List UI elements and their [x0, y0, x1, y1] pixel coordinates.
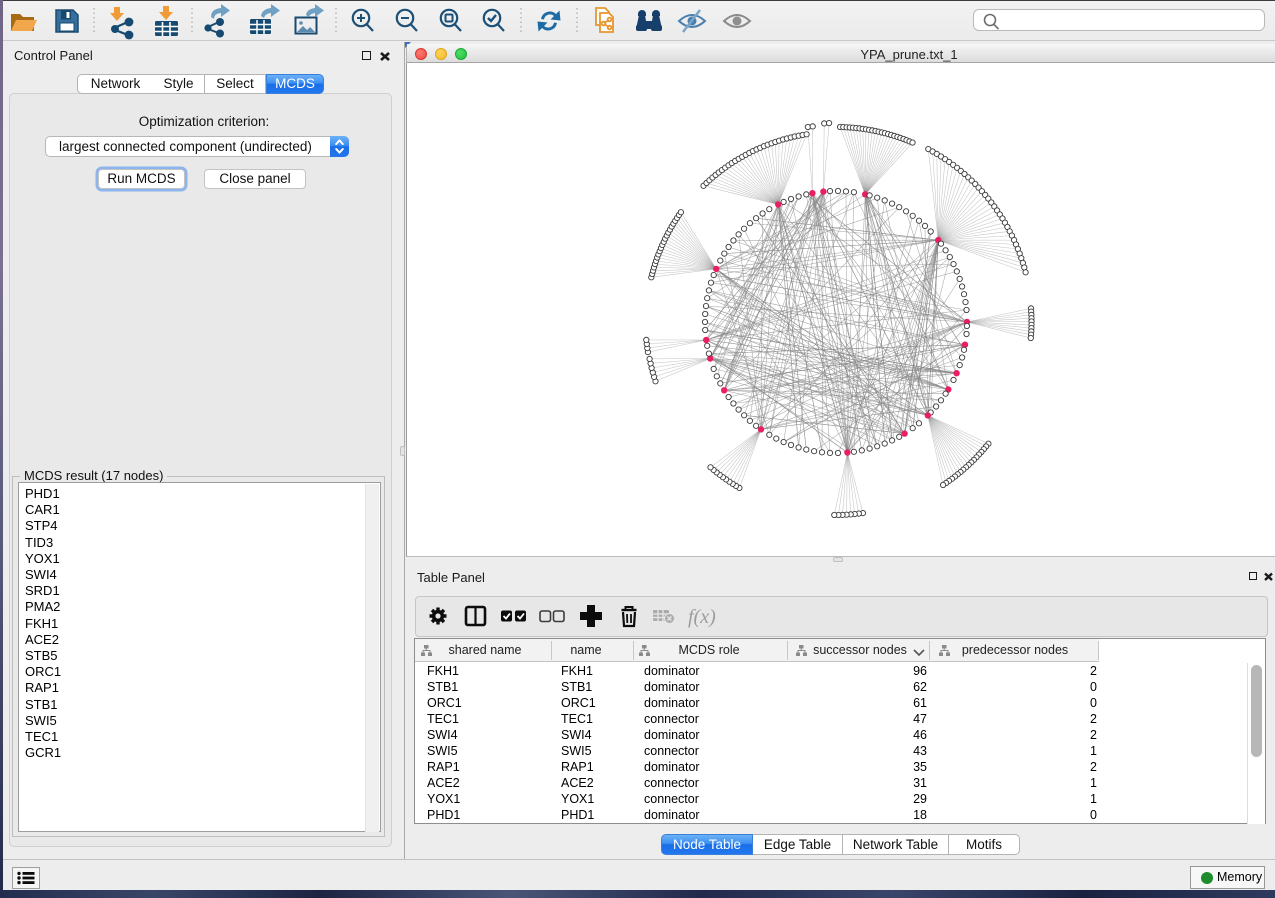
svg-text:f(x): f(x) — [688, 606, 716, 628]
